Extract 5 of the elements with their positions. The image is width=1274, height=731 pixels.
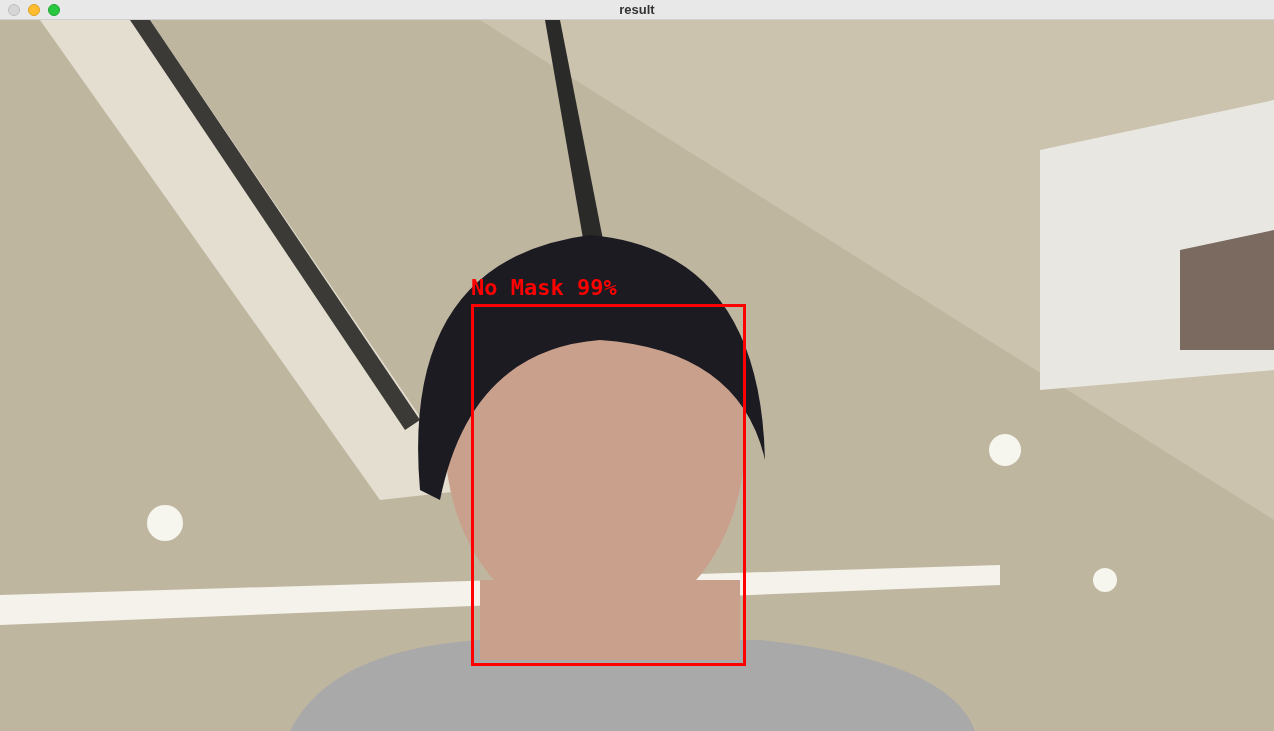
minimize-button[interactable] — [28, 4, 40, 16]
close-button[interactable] — [8, 4, 20, 16]
window-title: result — [619, 0, 655, 19]
detection-label: No Mask 99% — [471, 277, 617, 299]
zoom-button[interactable] — [48, 4, 60, 16]
